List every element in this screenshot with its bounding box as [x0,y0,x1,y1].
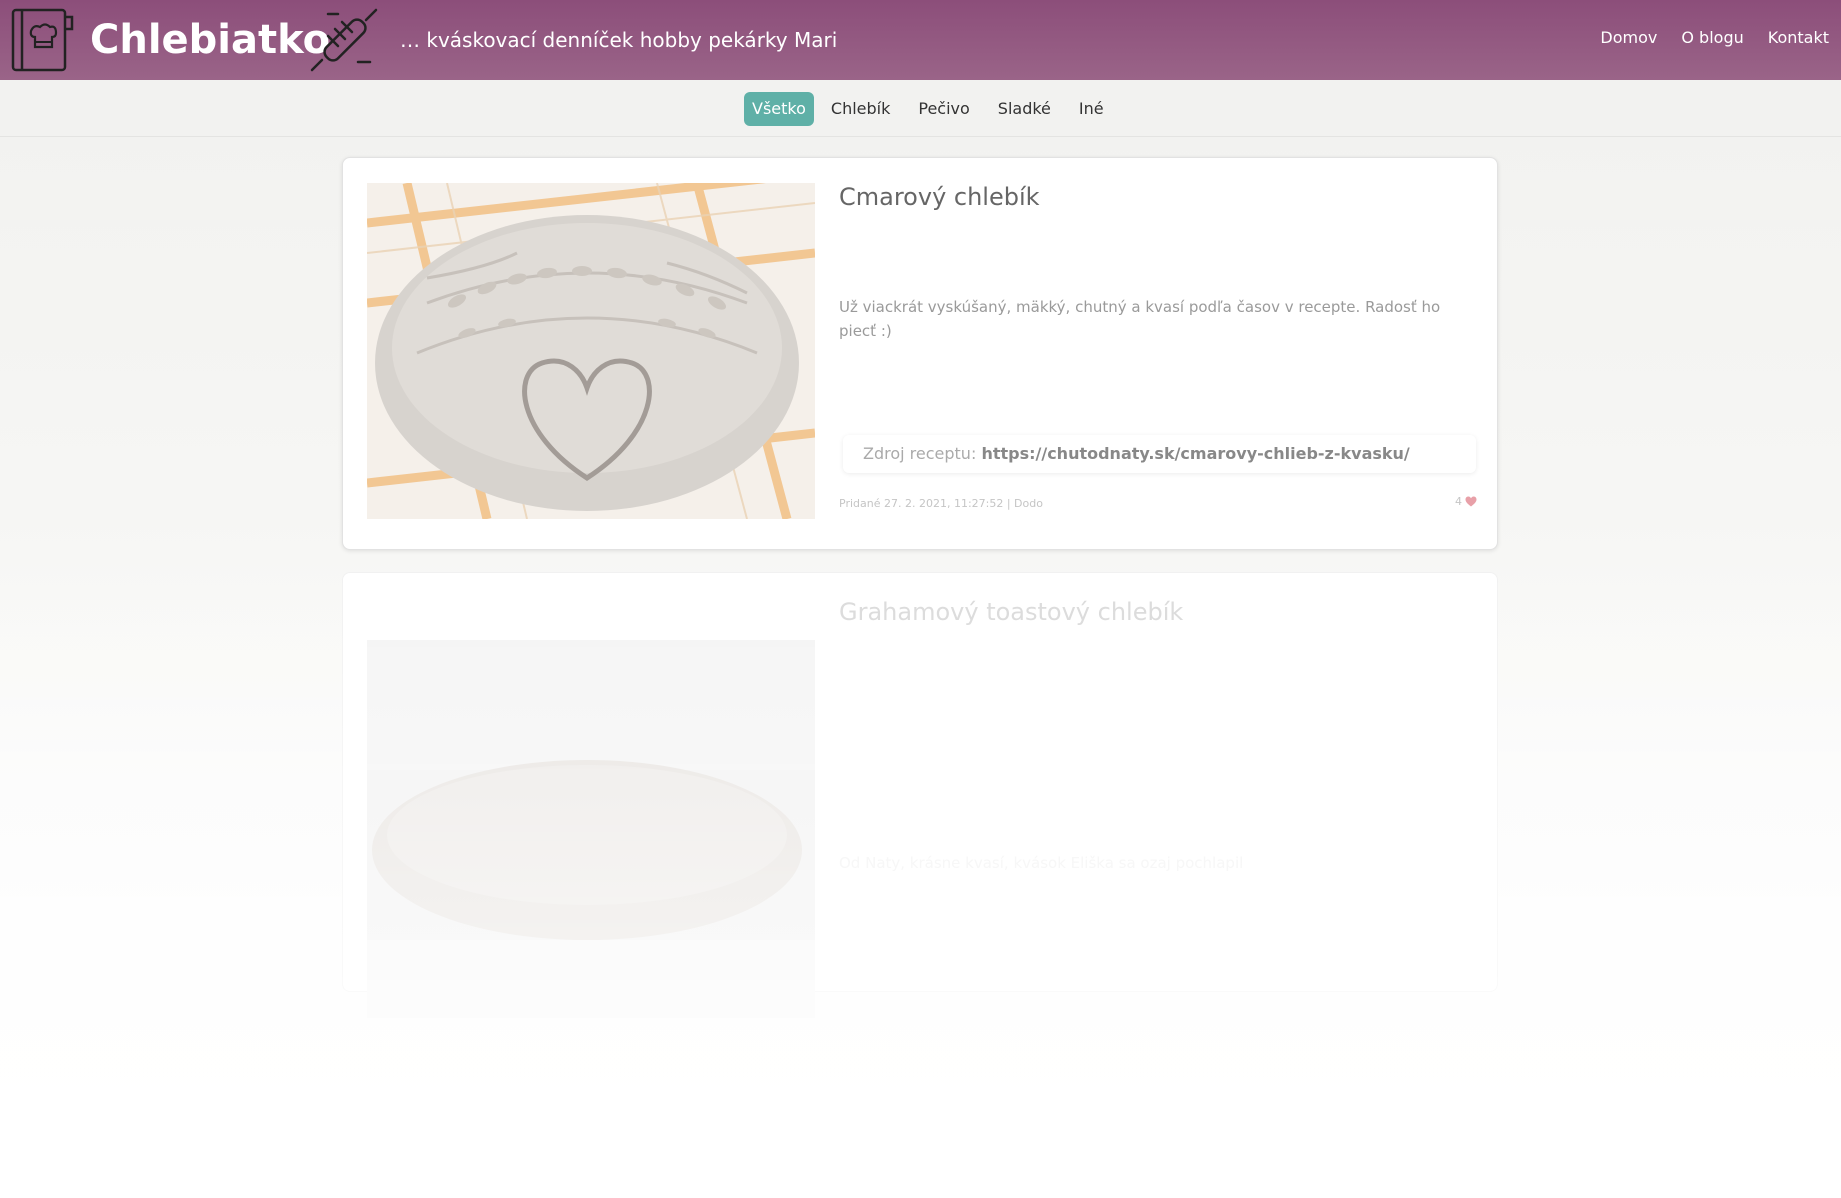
category-bread[interactable]: Chlebík [820,93,901,125]
nav-contact[interactable]: Kontakt [1768,28,1829,47]
heart-icon[interactable] [1465,496,1477,507]
nav-about[interactable]: O blogu [1681,28,1743,47]
post-card[interactable]: Cmarový chlebík Už viackrát vyskúšaný, m… [342,157,1498,550]
like-count: 4 [1455,495,1462,508]
post-image[interactable] [367,598,815,1018]
top-navigation: Domov O blogu Kontakt [1600,28,1829,47]
source-link[interactable]: https://chutodnaty.sk/cmarovy-chlieb-z-k… [981,444,1409,463]
category-sweet[interactable]: Sladké [987,93,1062,125]
source-label: Zdroj receptu: [863,444,977,463]
post-title[interactable]: Cmarový chlebík [839,180,1040,214]
nav-home[interactable]: Domov [1600,28,1657,47]
post-image[interactable] [367,183,815,519]
site-header: Chlebiatko … kváskovací denníček hobby p… [0,0,1841,80]
rolling-pin-icon [310,8,378,72]
post-excerpt: Už viackrát vyskúšaný, mäkký, chutný a k… [839,298,1441,340]
site-brand[interactable]: Chlebiatko [90,13,330,67]
category-bar: Všetko Chlebík Pečivo Sladké Iné [0,80,1841,137]
category-pastry[interactable]: Pečivo [907,93,980,125]
post-title[interactable]: Grahamový toastový chlebík [839,595,1183,629]
category-other[interactable]: Iné [1068,93,1115,125]
recipe-book-icon[interactable] [10,7,76,73]
category-all[interactable]: Všetko [744,92,814,126]
post-excerpt: Od Naty, krásne kvasí, kvások Eliška sa … [839,854,1244,872]
post-card[interactable]: Grahamový toastový chlebík Od Naty, krás… [342,572,1498,1018]
site-tagline: … kváskovací denníček hobby pekárky Mari [400,28,838,52]
post-meta: Pridané 27. 2. 2021, 11:27:52 | Dodo [839,497,1043,510]
recipe-source: Zdroj receptu: https://chutodnaty.sk/cma… [843,435,1476,473]
like-counter[interactable]: 4 [1455,495,1477,508]
